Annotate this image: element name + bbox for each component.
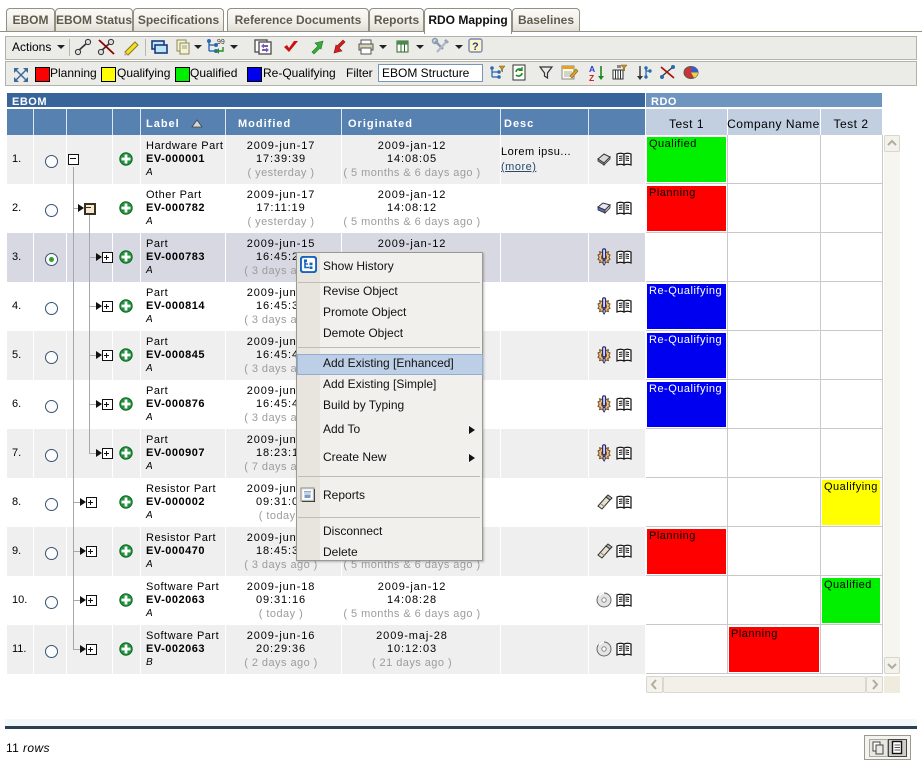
svg-text:99: 99 [217,39,225,46]
svg-text:?: ? [472,41,479,53]
svg-text:Z: Z [589,73,594,82]
